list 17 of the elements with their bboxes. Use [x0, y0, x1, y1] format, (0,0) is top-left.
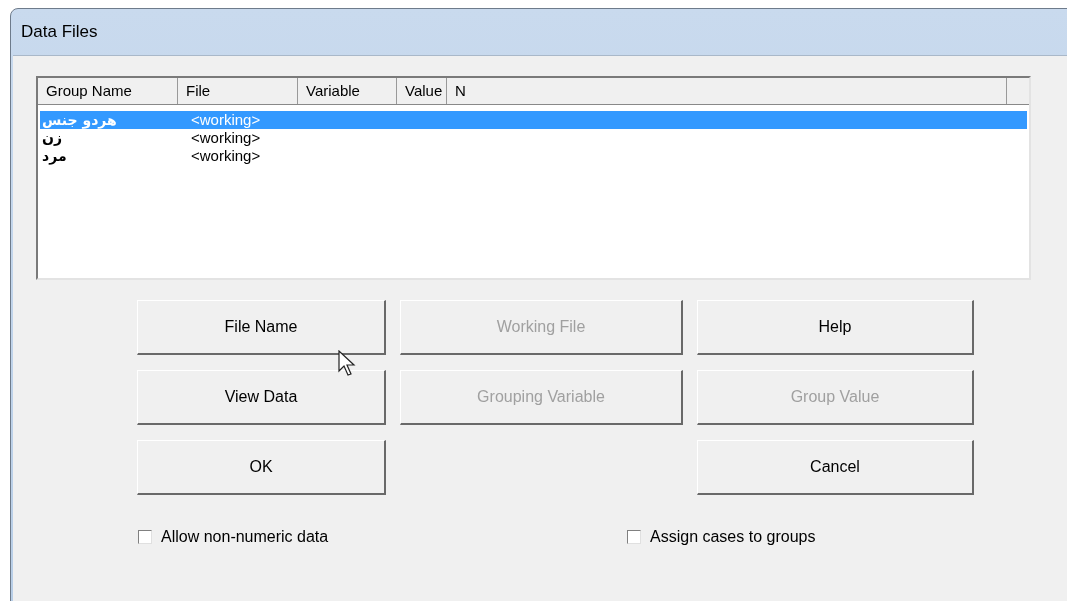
- checkbox[interactable]: [627, 530, 641, 544]
- dialog-button[interactable]: OK: [137, 440, 386, 495]
- table-cell: <working>: [191, 147, 261, 165]
- table-cell: هردو جنس: [42, 111, 117, 129]
- table-cell: <working>: [191, 129, 261, 147]
- checkbox-label[interactable]: Allow non-numeric data: [161, 525, 329, 549]
- checkbox-label[interactable]: Assign cases to groups: [650, 525, 816, 549]
- table-cell: <working>: [191, 111, 261, 129]
- dialog-button[interactable]: Cancel: [697, 440, 974, 495]
- window-title: Data Files: [21, 21, 98, 44]
- dialog-button[interactable]: View Data: [137, 370, 386, 425]
- dialog-button[interactable]: File Name: [137, 300, 386, 355]
- table-cell: زن: [42, 129, 62, 147]
- table-cell: مرد: [42, 147, 67, 165]
- dialog-button[interactable]: Help: [697, 300, 974, 355]
- checkbox[interactable]: [138, 530, 152, 544]
- cursor-icon: [338, 350, 356, 377]
